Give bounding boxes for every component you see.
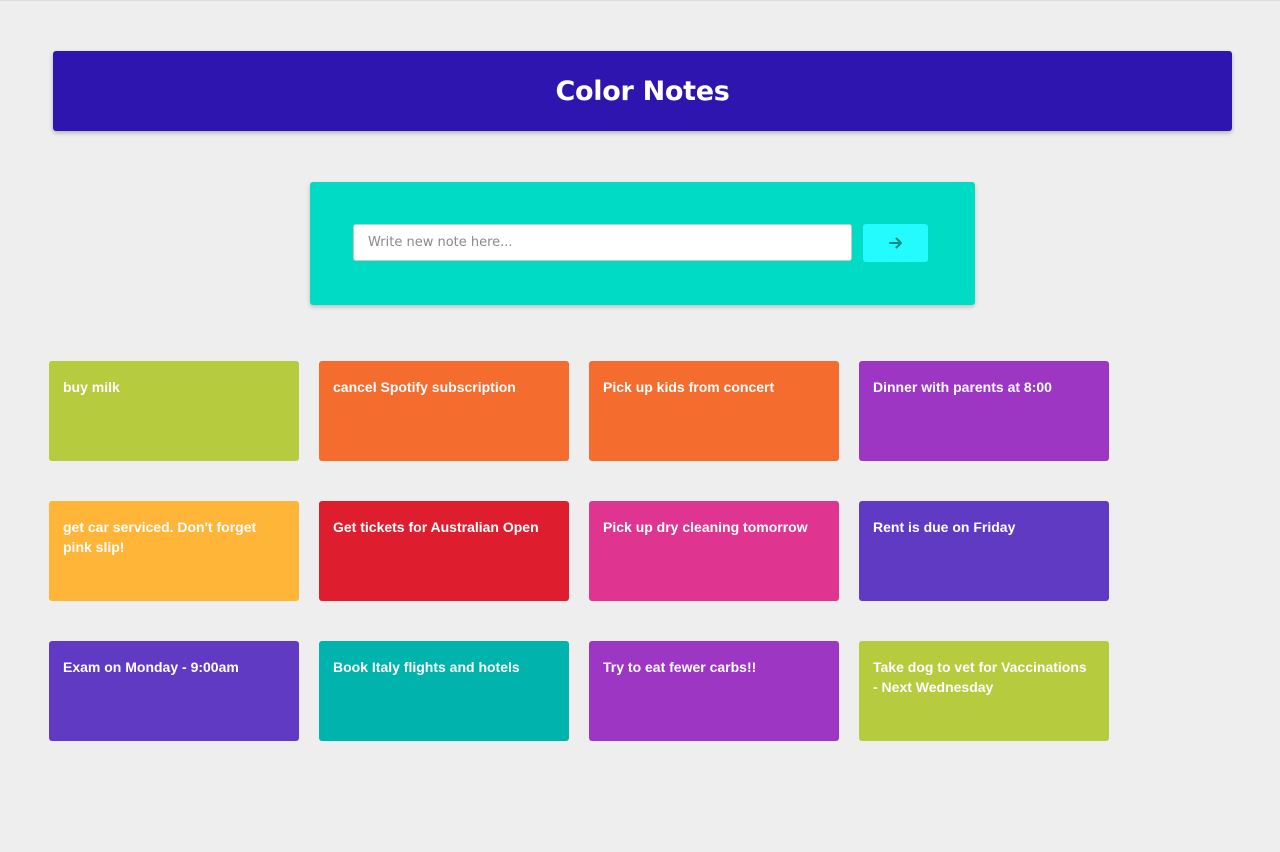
note-text: Book Italy flights and hotels	[333, 659, 520, 675]
note-text: Pick up kids from concert	[603, 379, 775, 395]
note-card[interactable]: Get tickets for Australian Open	[319, 501, 569, 601]
note-text: cancel Spotify subscription	[333, 379, 516, 395]
note-text: Dinner with parents at 8:00	[873, 379, 1052, 395]
note-text: Get tickets for Australian Open	[333, 519, 539, 535]
note-text: get car serviced. Don't forget pink slip…	[63, 519, 257, 555]
notes-grid: buy milk cancel Spotify subscription Pic…	[49, 361, 1109, 741]
note-card[interactable]: Try to eat fewer carbs!!	[589, 641, 839, 741]
new-note-input[interactable]	[353, 224, 852, 261]
note-text: Rent is due on Friday	[873, 519, 1016, 535]
note-card[interactable]: Exam on Monday - 9:00am	[49, 641, 299, 741]
note-card[interactable]: cancel Spotify subscription	[319, 361, 569, 461]
note-composer	[310, 182, 975, 305]
note-card[interactable]: Dinner with parents at 8:00	[859, 361, 1109, 461]
note-card[interactable]: get car serviced. Don't forget pink slip…	[49, 501, 299, 601]
app-header: Color Notes	[53, 51, 1232, 131]
add-note-button[interactable]	[863, 224, 928, 262]
app-title: Color Notes	[555, 75, 730, 107]
note-card[interactable]: Book Italy flights and hotels	[319, 641, 569, 741]
note-card[interactable]: Pick up kids from concert	[589, 361, 839, 461]
note-text: buy milk	[63, 379, 120, 395]
note-card[interactable]: Rent is due on Friday	[859, 501, 1109, 601]
note-text: Exam on Monday - 9:00am	[63, 659, 239, 675]
note-card[interactable]: buy milk	[49, 361, 299, 461]
note-text: Pick up dry cleaning tomorrow	[603, 519, 808, 535]
note-text: Take dog to vet for Vaccinations - Next …	[873, 659, 1087, 695]
note-card[interactable]: Take dog to vet for Vaccinations - Next …	[859, 641, 1109, 741]
arrow-right-icon	[888, 237, 903, 249]
note-text: Try to eat fewer carbs!!	[603, 659, 757, 675]
app-page: Color Notes buy milk cancel Spotify subs…	[0, 0, 1280, 852]
note-card[interactable]: Pick up dry cleaning tomorrow	[589, 501, 839, 601]
